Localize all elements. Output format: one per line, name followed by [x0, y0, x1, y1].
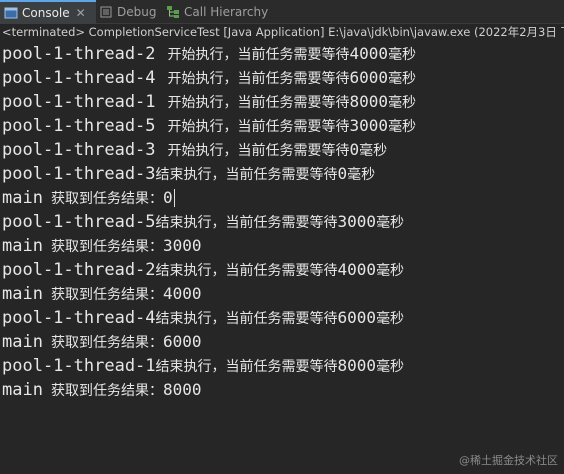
- console-line-number: 0: [349, 140, 360, 159]
- console-line: pool-1-thread-5 开始执行，当前任务需要等待 3000 毫秒: [0, 114, 564, 138]
- console-line: pool-1-thread-2 结束执行，当前任务需要等待 4000 毫秒: [0, 258, 564, 282]
- console-line-unit: 毫秒: [376, 215, 405, 231]
- console-line-prefix: main: [2, 332, 43, 352]
- tab-debug-label: Debug: [117, 5, 157, 19]
- console-line: pool-1-thread-1 结束执行，当前任务需要等待 8000 毫秒: [0, 354, 564, 378]
- console-line-number: 3000: [337, 212, 377, 231]
- tab-console-label: Console: [22, 6, 70, 20]
- console-line-number: 8000: [162, 380, 202, 399]
- console-line-message: 获取到任务结果：: [50, 287, 163, 303]
- console-line-prefix: main: [2, 284, 43, 304]
- console-line-prefix: main: [2, 188, 43, 208]
- console-line-number: 4000: [162, 284, 202, 303]
- console-line-prefix: pool-1-thread-4: [2, 308, 156, 328]
- console-status-line: <terminated> CompletionServiceTest [Java…: [0, 24, 564, 41]
- console-line: pool-1-thread-3 结束执行，当前任务需要等待 0 毫秒: [0, 162, 564, 186]
- tab-call-hierarchy[interactable]: Call Hierarchy: [166, 0, 276, 24]
- console-line: main 获取到任务结果： 6000: [0, 330, 564, 354]
- console-line-prefix: main: [2, 380, 43, 400]
- console-line: pool-1-thread-2 开始执行，当前任务需要等待 4000 毫秒: [0, 42, 564, 66]
- console-line-message: 获取到任务结果：: [50, 383, 163, 399]
- console-line-message: 获取到任务结果：: [50, 335, 163, 351]
- console-line-message: 结束执行，当前任务需要等待: [155, 263, 338, 279]
- console-line-message: 结束执行，当前任务需要等待: [155, 215, 338, 231]
- console-line-unit: 毫秒: [376, 263, 405, 279]
- console-line: pool-1-thread-4 结束执行，当前任务需要等待 6000 毫秒: [0, 306, 564, 330]
- console-line-message: 开始执行，当前任务需要等待: [167, 47, 350, 63]
- console-line-unit: 毫秒: [388, 119, 417, 135]
- console-line-message: 结束执行，当前任务需要等待: [155, 359, 338, 375]
- console-line: pool-1-thread-3 开始执行，当前任务需要等待 0 毫秒: [0, 138, 564, 162]
- console-line: main 获取到任务结果： 4000: [0, 282, 564, 306]
- console-line-unit: 毫秒: [376, 311, 405, 327]
- console-line-number: 4000: [349, 44, 389, 63]
- console-line-number: 6000: [337, 308, 377, 327]
- text-caret: [173, 189, 175, 207]
- console-line-prefix: main: [2, 236, 43, 256]
- console-line-unit: 毫秒: [388, 47, 417, 63]
- console-line-unit: 毫秒: [376, 359, 405, 375]
- console-line: main 获取到任务结果： 3000: [0, 234, 564, 258]
- console-line-number: 3000: [162, 236, 202, 255]
- console-line-prefix: pool-1-thread-1: [2, 92, 156, 112]
- console-line-message: 结束执行，当前任务需要等待: [155, 167, 338, 183]
- console-line-prefix: pool-1-thread-3: [2, 164, 156, 184]
- console-icon: [4, 6, 18, 20]
- console-line: pool-1-thread-5 结束执行，当前任务需要等待 3000 毫秒: [0, 210, 564, 234]
- console-line-prefix: pool-1-thread-5: [2, 212, 156, 232]
- console-line-unit: 毫秒: [359, 143, 388, 159]
- console-line-prefix: pool-1-thread-2: [2, 260, 156, 280]
- console-line-number: 8000: [349, 92, 389, 111]
- console-line: main 获取到任务结果： 0: [0, 186, 564, 210]
- close-icon[interactable]: ✕: [76, 7, 86, 19]
- console-line-message: 开始执行，当前任务需要等待: [167, 143, 350, 159]
- console-line-prefix: pool-1-thread-1: [2, 356, 156, 376]
- debug-icon: [99, 5, 113, 19]
- console-line: pool-1-thread-1 开始执行，当前任务需要等待 8000 毫秒: [0, 90, 564, 114]
- console-line-number: 4000: [337, 260, 377, 279]
- console-line-unit: 毫秒: [388, 71, 417, 87]
- tab-console[interactable]: Console ✕: [0, 0, 96, 24]
- console-line-message: 开始执行，当前任务需要等待: [167, 119, 350, 135]
- console-line-number: 3000: [349, 116, 389, 135]
- tab-debug[interactable]: Debug: [99, 0, 163, 24]
- console-line-message: 开始执行，当前任务需要等待: [167, 71, 350, 87]
- console-line-message: 获取到任务结果：: [50, 191, 163, 207]
- view-tab-bar: Console ✕ Debug Call Hierarchy: [0, 0, 564, 24]
- console-line-number: 6000: [162, 332, 202, 351]
- console-line-prefix: pool-1-thread-3: [2, 140, 156, 160]
- console-line-number: 0: [162, 188, 173, 207]
- console-output[interactable]: pool-1-thread-2 开始执行，当前任务需要等待 4000 毫秒 pool-1…: [0, 42, 564, 474]
- console-line-number: 6000: [349, 68, 389, 87]
- watermark: @稀土掘金技术社区: [459, 454, 558, 467]
- console-line-prefix: pool-1-thread-5: [2, 116, 156, 136]
- console-line-unit: 毫秒: [388, 95, 417, 111]
- console-line-message: 结束执行，当前任务需要等待: [155, 311, 338, 327]
- tab-call-hierarchy-label: Call Hierarchy: [184, 5, 269, 19]
- console-line-prefix: pool-1-thread-2: [2, 44, 156, 64]
- console-line: main 获取到任务结果： 8000: [0, 378, 564, 402]
- console-line: pool-1-thread-4 开始执行，当前任务需要等待 6000 毫秒: [0, 66, 564, 90]
- console-line-message: 获取到任务结果：: [50, 239, 163, 255]
- console-line-message: 开始执行，当前任务需要等待: [167, 95, 350, 111]
- console-line-prefix: pool-1-thread-4: [2, 68, 156, 88]
- console-line-number: 0: [337, 164, 348, 183]
- console-line-unit: 毫秒: [347, 167, 376, 183]
- call-hierarchy-icon: [166, 5, 180, 19]
- console-line-number: 8000: [337, 356, 377, 375]
